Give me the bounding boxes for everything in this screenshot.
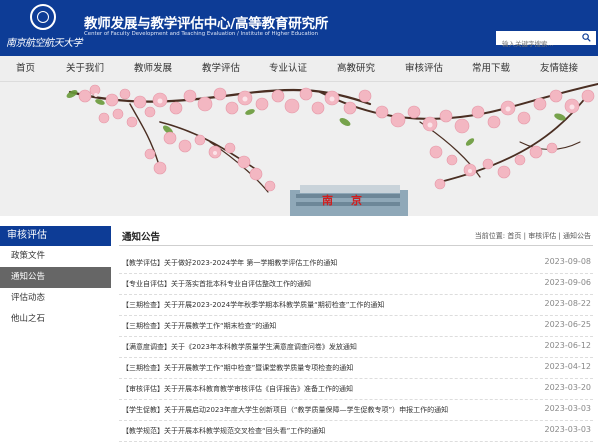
news-item[interactable]: 【三期检查】关于开展2023-2024学年秋季学期本科教学质量“期初检查”工作的… <box>119 295 593 316</box>
news-item[interactable]: 【审核评估】关于开展本科教育教学审核评估《自评报告》准备工作的通知 2023-0… <box>119 379 593 400</box>
search-input[interactable] <box>496 37 576 51</box>
main-nav: 首页 关于我们 教师发展 教学评估 专业认证 高教研究 审核评估 常用下载 友情… <box>0 56 598 82</box>
news-item[interactable]: 【教学规范】关于开展本科教学规范交叉检查“回头看”工作的通知 2023-03-0… <box>119 421 593 442</box>
site-subtitle-en: Center of Faculty Development and Teachi… <box>84 31 319 37</box>
nav-home[interactable]: 首页 <box>16 56 35 82</box>
breadcrumb: 当前位置: 首页 | 审核评估 | 通知公告 <box>474 232 591 240</box>
news-title[interactable]: 【三期检查】关于开展2023-2024学年秋季学期本科教学质量“期初检查”工作的… <box>122 300 384 310</box>
university-seal-icon <box>30 4 56 30</box>
news-title[interactable]: 【审核评估】关于开展本科教育教学审核评估《自评报告》准备工作的通知 <box>122 384 353 394</box>
news-title[interactable]: 【满意度调查】关于《2023年本科教学质量学生满意度调查问卷》发放通知 <box>122 342 357 352</box>
news-date: 2023-04-12 <box>544 362 592 371</box>
university-name: 南京航空航天大学 <box>6 38 83 49</box>
news-item[interactable]: 【满意度调查】关于《2023年本科教学质量学生满意度调查问卷》发放通知 2023… <box>119 337 593 358</box>
university-logo[interactable]: 南京航空航天大学 <box>6 3 83 53</box>
cherry-blossom-photo <box>0 82 598 216</box>
nav-audit-evaluation[interactable]: 审核评估 <box>405 56 443 82</box>
news-date: 2023-03-03 <box>544 404 592 413</box>
site-title: 教师发展与教学评估中心/高等教育研究所 <box>84 16 329 32</box>
news-title[interactable]: 【专业自评估】关于落实首批本科专业自评估整改工作的通知 <box>122 279 311 289</box>
nav-links[interactable]: 友情链接 <box>540 56 578 82</box>
search-icon[interactable] <box>582 33 591 42</box>
sidebar-title: 审核评估 <box>0 226 111 246</box>
news-date: 2023-06-25 <box>544 320 592 329</box>
nav-about[interactable]: 关于我们 <box>66 56 104 82</box>
news-date: 2023-03-03 <box>544 425 592 434</box>
news-item[interactable]: 【三期检查】关于开展教学工作“期末检查”的通知 2023-06-25 <box>119 316 593 337</box>
search-box <box>496 31 596 51</box>
banner-image: 南京 <box>0 82 598 216</box>
sidebar-item-policy[interactable]: 政策文件 <box>0 246 111 267</box>
news-date: 2023-03-20 <box>544 383 592 392</box>
nav-accreditation[interactable]: 专业认证 <box>269 56 307 82</box>
news-date: 2023-08-22 <box>544 299 592 308</box>
news-title[interactable]: 【教学评估】关于做好2023-2024学年 第一学期教学评估工作的通知 <box>122 258 337 268</box>
news-item[interactable]: 【教学评估】关于做好2023-2024学年 第一学期教学评估工作的通知 2023… <box>119 253 593 274</box>
news-item[interactable]: 【专业自评估】关于落实首批本科专业自评估整改工作的通知 2023-09-06 <box>119 274 593 295</box>
news-item[interactable]: 【三期检查】关于开展教学工作“期中检查”暨课堂教学质量专项检查的通知 2023-… <box>119 358 593 379</box>
site-header: 南京航空航天大学 教师发展与教学评估中心/高等教育研究所 Center of F… <box>0 0 598 56</box>
page-title: 通知公告 <box>122 232 161 243</box>
nav-higher-ed-research[interactable]: 高教研究 <box>337 56 375 82</box>
news-list: 【教学评估】关于做好2023-2024学年 第一学期教学评估工作的通知 2023… <box>119 253 593 444</box>
sidebar: 审核评估 政策文件 通知公告 评估动态 他山之石 <box>0 226 111 330</box>
news-date: 2023-06-12 <box>544 341 592 350</box>
news-date: 2023-09-08 <box>544 257 592 266</box>
sidebar-item-notices[interactable]: 通知公告 <box>0 267 111 288</box>
news-title[interactable]: 【教学规范】关于开展本科教学规范交叉检查“回头看”工作的通知 <box>122 426 325 436</box>
news-item[interactable]: 【学生促教】关于开展启动2023年度大学生创新项目（“教学质量保障—学生促教专项… <box>119 400 593 421</box>
main-content: 通知公告 当前位置: 首页 | 审核评估 | 通知公告 【教学评估】关于做好20… <box>119 226 593 442</box>
news-date: 2023-09-06 <box>544 278 592 287</box>
news-title[interactable]: 【三期检查】关于开展教学工作“期中检查”暨课堂教学质量专项检查的通知 <box>122 363 353 373</box>
sidebar-item-others[interactable]: 他山之石 <box>0 309 111 330</box>
sidebar-item-news[interactable]: 评估动态 <box>0 288 111 309</box>
nav-teaching-evaluation[interactable]: 教学评估 <box>202 56 240 82</box>
news-title[interactable]: 【三期检查】关于开展教学工作“期末检查”的通知 <box>122 321 276 331</box>
content-header: 通知公告 当前位置: 首页 | 审核评估 | 通知公告 <box>119 226 593 246</box>
building-sign: 南京 <box>322 194 380 207</box>
news-title[interactable]: 【学生促教】关于开展启动2023年度大学生创新项目（“教学质量保障—学生促教专项… <box>122 405 448 415</box>
nav-teacher-development[interactable]: 教师发展 <box>134 56 172 82</box>
nav-downloads[interactable]: 常用下载 <box>472 56 510 82</box>
